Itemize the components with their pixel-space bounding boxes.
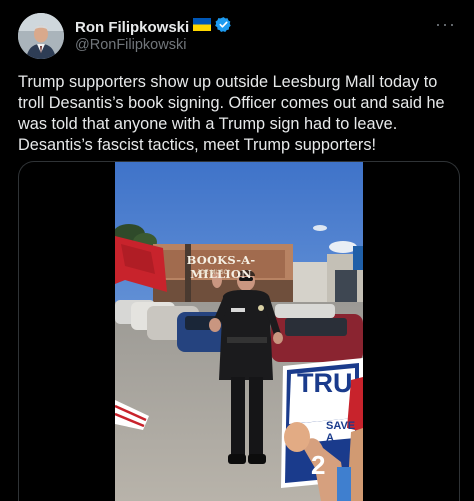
ukraine-flag-icon bbox=[193, 18, 212, 36]
store-sign: BOOKS-A-MILLION bbox=[186, 253, 256, 281]
video-frame-image bbox=[115, 162, 363, 501]
avatar[interactable] bbox=[18, 13, 64, 59]
more-options-icon[interactable]: ··· bbox=[435, 14, 456, 35]
protest-sign-subtext: SAVE A bbox=[326, 420, 356, 444]
store-sign-sub: JOE MUSCI bbox=[197, 270, 230, 276]
author-display-name[interactable]: Ron Filipkowski bbox=[75, 19, 189, 36]
author-name-row: Ron Filipkowski bbox=[75, 16, 232, 38]
video-player[interactable]: BOOKS-A-MILLION JOE MUSCI TRU SAVE A 2 bbox=[115, 162, 363, 501]
tweet-media[interactable]: BOOKS-A-MILLION JOE MUSCI TRU SAVE A 2 bbox=[18, 161, 460, 501]
tweet-card: Ron Filipkowski @RonFilipkowski ··· Trum… bbox=[0, 0, 474, 501]
protest-sign-text: TRU bbox=[297, 368, 353, 398]
author-handle[interactable]: @RonFilipkowski bbox=[75, 37, 186, 53]
verified-badge-icon[interactable] bbox=[215, 16, 232, 38]
tweet-text: Trump supporters show up outside Leesbur… bbox=[18, 73, 445, 154]
protest-sign-number: 2 bbox=[311, 450, 326, 480]
